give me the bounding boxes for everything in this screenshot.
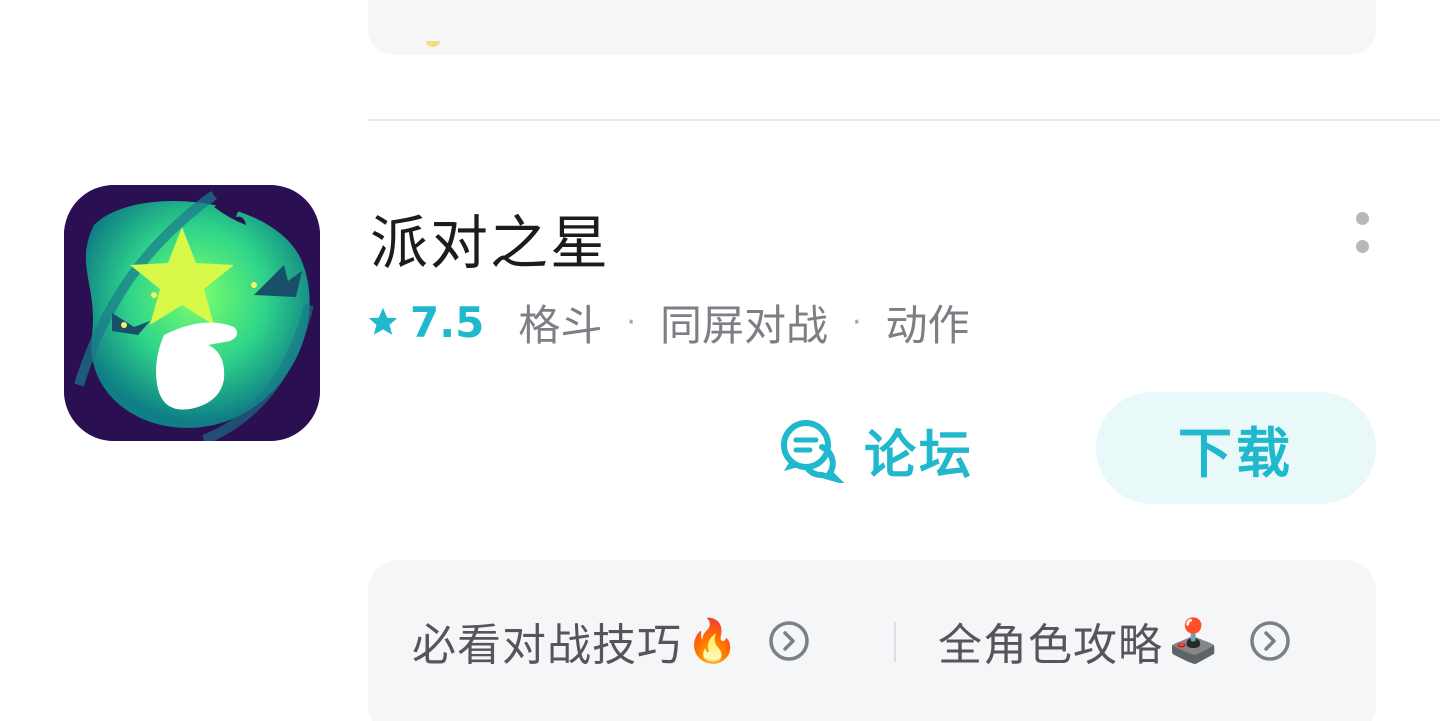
more-options-button[interactable] <box>1346 208 1378 260</box>
emoji-partial-icon <box>426 41 440 47</box>
app-icon[interactable] <box>64 185 320 441</box>
guides-card: 必看对战技巧 🔥 全角色攻略 🕹️ <box>368 560 1376 721</box>
genre-tag: 同屏对战 <box>659 300 828 350</box>
tag-separator: · <box>626 304 636 340</box>
guide-divider <box>894 622 896 662</box>
forum-button[interactable]: 论坛 <box>778 410 974 490</box>
tag-separator: · <box>851 304 862 340</box>
list-divider <box>368 119 1440 121</box>
app-meta-row: 7.5 格斗 · 同屏对战 · 动作 <box>366 292 970 352</box>
app-title[interactable]: 派对之星 <box>370 196 610 280</box>
genre-tag: 动作 <box>885 300 970 350</box>
party-star-icon <box>64 185 320 441</box>
forum-label: 论坛 <box>864 425 975 486</box>
star-icon <box>368 307 398 335</box>
more-vertical-icon <box>1356 212 1369 225</box>
chat-bubble-icon <box>781 420 844 483</box>
app-list-page: 派对之星 7.5 格斗 · 同屏对战 · 动作 论坛 下载 必看对战技巧 🔥 全… <box>0 0 1440 721</box>
joystick-icon: 🕹️ <box>1167 616 1220 665</box>
more-vertical-icon-dot <box>1356 240 1369 253</box>
guide-link-character-guide[interactable]: 全角色攻略 🕹️ <box>938 606 1291 676</box>
chevron-right-circle-icon <box>769 621 810 661</box>
chevron-right-circle-icon <box>1250 621 1291 661</box>
download-button[interactable]: 下载 <box>1096 392 1376 504</box>
fire-icon: 🔥 <box>686 616 739 665</box>
previous-guide-card[interactable] <box>368 0 1376 55</box>
guide-label: 全角色攻略 <box>938 620 1163 671</box>
genre-tag: 格斗 <box>518 300 603 350</box>
guide-label: 必看对战技巧 <box>412 620 682 671</box>
guide-link-battle-tips[interactable]: 必看对战技巧 🔥 <box>412 606 810 676</box>
rating-value: 7.5 <box>410 297 485 347</box>
